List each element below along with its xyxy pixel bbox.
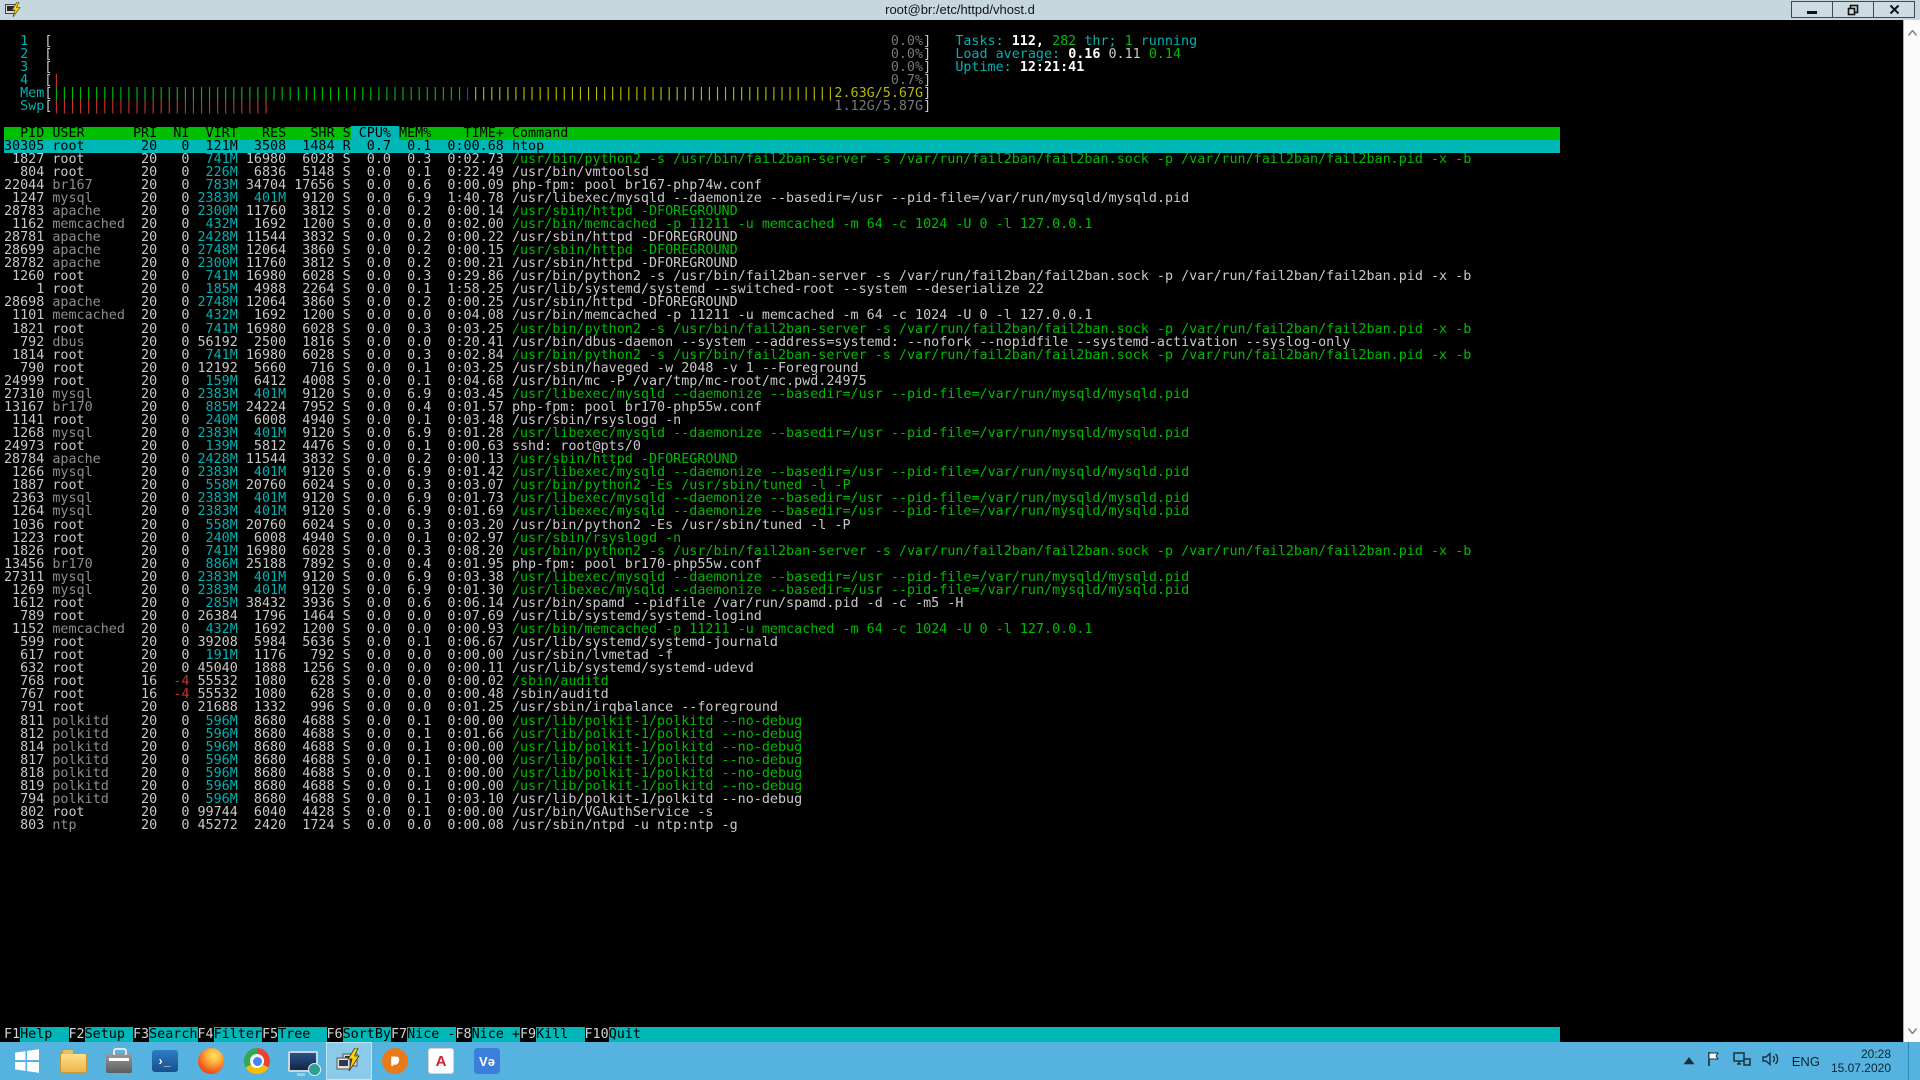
network-icon <box>1733 1051 1751 1067</box>
folder-icon <box>60 1053 87 1073</box>
tray-network[interactable] <box>1733 1051 1751 1072</box>
taskbar-icon-server-manager[interactable] <box>96 1042 142 1080</box>
taskbar-icon-file-explorer[interactable] <box>50 1042 96 1080</box>
terminal-scrollbar[interactable] <box>1903 20 1920 1042</box>
toolbox-icon <box>106 1054 132 1073</box>
taskbar-icon-chrome[interactable] <box>234 1042 280 1080</box>
terminal[interactable]: 1 [ 0.0%] Tasks: 112, 282 thr; 1 running… <box>0 20 1920 1042</box>
tray-time: 20:28 <box>1831 1047 1891 1061</box>
function-key-bar: F1Help F2Setup F3SearchF4FilterF5Tree F6… <box>4 1028 1560 1041</box>
fkey-f2[interactable]: F2Setup <box>69 1027 134 1042</box>
scroll-down-arrow-icon[interactable] <box>1904 1021 1920 1039</box>
close-icon <box>1889 4 1900 15</box>
restore-button[interactable] <box>1832 1 1874 18</box>
process-row[interactable]: 803 ntp 20 0 45272 2420 1724 S 0.0 0.0 0… <box>4 819 738 832</box>
taskbar-icon-remote-desktop[interactable] <box>280 1042 326 1080</box>
windows-logo-icon <box>14 1048 40 1074</box>
tray-show-hidden-icons[interactable] <box>1683 1052 1695 1070</box>
show-desktop-button[interactable] <box>1908 1042 1916 1080</box>
window-titlebar: root@br:/etc/httpd/vhost.d <box>0 0 1920 20</box>
minimize-button[interactable] <box>1791 1 1833 18</box>
tray-volume[interactable] <box>1762 1051 1781 1072</box>
window-controls <box>1792 1 1915 18</box>
fkey-f4[interactable]: F4Filter <box>198 1027 263 1042</box>
chevron-up-icon <box>1683 1057 1695 1065</box>
speaker-icon <box>1762 1051 1781 1067</box>
taskbar-icon-putty[interactable] <box>326 1042 372 1080</box>
tray-date: 15.07.2020 <box>1831 1061 1891 1075</box>
vnc-icon: Vǝ <box>474 1048 500 1074</box>
fkey-f9[interactable]: F9Kill <box>520 1027 585 1042</box>
tray-action-center[interactable] <box>1706 1051 1722 1072</box>
taskbar-icon-orange-p-app[interactable]: P <box>372 1042 418 1080</box>
chrome-icon <box>244 1048 270 1074</box>
taskbar-icon-vnc-viewer[interactable]: Vǝ <box>464 1042 510 1080</box>
acrobat-icon: A <box>428 1048 454 1074</box>
taskbar-icon-firefox[interactable] <box>188 1042 234 1080</box>
taskbar-icon-start[interactable] <box>4 1042 50 1080</box>
tray-clock[interactable]: 20:28 15.07.2020 <box>1831 1047 1891 1075</box>
restore-icon <box>1847 4 1859 16</box>
swap-meter: Swp[||||||||||||||||||||||||||| 1.12G/5.… <box>4 100 931 113</box>
remote-desktop-icon <box>288 1051 318 1072</box>
htop-screen: 1 [ 0.0%] Tasks: 112, 282 thr; 1 running… <box>4 20 1903 1042</box>
powershell-icon: ›_ <box>152 1050 178 1072</box>
flag-icon <box>1706 1051 1722 1067</box>
window-title: root@br:/etc/httpd/vhost.d <box>0 0 1920 20</box>
system-tray: ENG 20:28 15.07.2020 <box>1683 1042 1920 1080</box>
fkey-f10[interactable]: F10Quit <box>585 1027 658 1042</box>
taskbar-icon-acrobat-reader[interactable]: A <box>418 1042 464 1080</box>
fkey-f3[interactable]: F3Search <box>133 1027 198 1042</box>
fkey-f1[interactable]: F1Help <box>4 1027 69 1042</box>
close-button[interactable] <box>1873 1 1915 18</box>
tray-language[interactable]: ENG <box>1792 1054 1820 1069</box>
fkey-f8[interactable]: F8Nice + <box>456 1027 521 1042</box>
orange-p-icon: P <box>382 1048 408 1074</box>
fkey-f7[interactable]: F7Nice - <box>391 1027 456 1042</box>
firefox-icon <box>198 1048 224 1074</box>
putty-icon <box>335 1048 363 1074</box>
taskbar-icon-powershell[interactable]: ›_ <box>142 1042 188 1080</box>
scroll-up-arrow-icon[interactable] <box>1904 23 1920 41</box>
taskbar: ›_ P A Vǝ <box>0 1042 1920 1080</box>
fkey-f6[interactable]: F6SortBy <box>327 1027 392 1042</box>
fkey-f5[interactable]: F5Tree <box>262 1027 327 1042</box>
